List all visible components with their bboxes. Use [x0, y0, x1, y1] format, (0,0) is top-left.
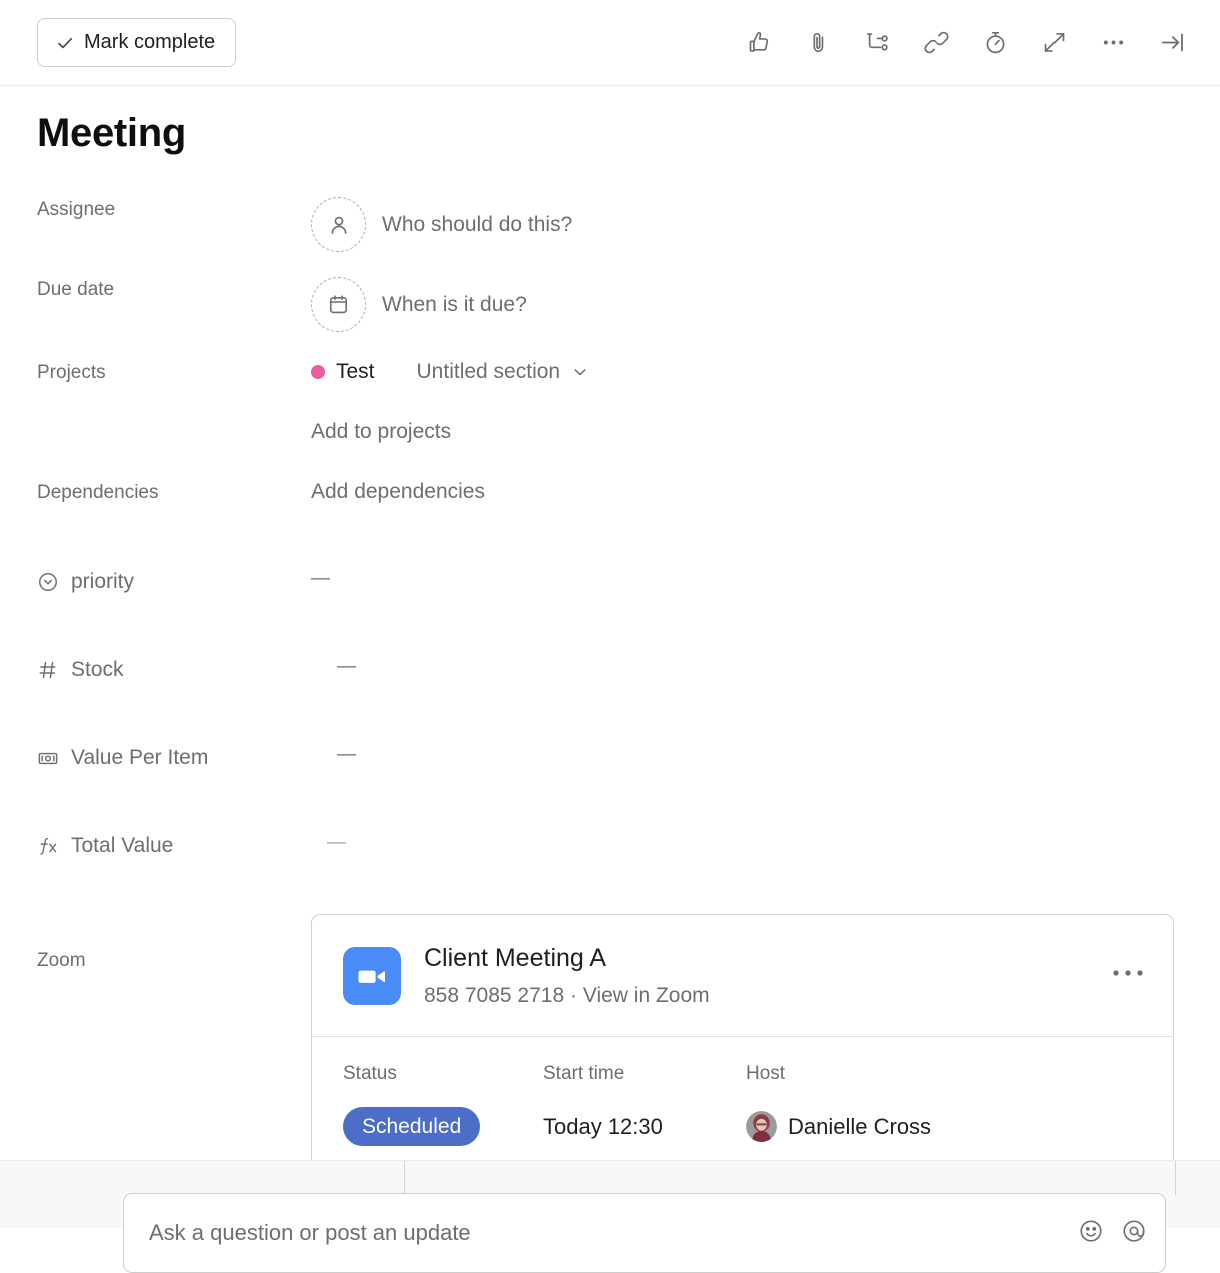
calendar-icon: [311, 277, 366, 332]
value-per-item-value[interactable]: —: [311, 744, 1220, 766]
mark-complete-button[interactable]: Mark complete: [37, 18, 236, 67]
close-pane-icon[interactable]: [1154, 25, 1190, 61]
zoom-app-icon: [343, 947, 401, 1005]
chevron-down-icon: [571, 363, 589, 381]
attachment-icon[interactable]: [800, 25, 836, 61]
dependencies-label: Dependencies: [37, 480, 311, 504]
field-row-projects: Projects Test Untitled section Add to pr…: [37, 360, 1220, 444]
assignee-label: Assignee: [37, 197, 311, 221]
field-row-assignee: Assignee Who should do this?: [37, 197, 1220, 252]
zoom-card-more-icon[interactable]: [1105, 962, 1151, 990]
total-value-label: Total Value: [71, 834, 173, 858]
zoom-meeting-card: Client Meeting A 858 7085 2718 · View in…: [311, 914, 1174, 1172]
zoom-meeting-id: 858 7085 2718: [424, 984, 564, 1007]
zoom-label: Zoom: [37, 914, 311, 972]
comment-bar: Ask a question or post an update: [0, 1160, 1220, 1228]
host-cell: Danielle Cross: [746, 1111, 1142, 1142]
zoom-meeting-title: Client Meeting A: [424, 943, 710, 974]
dependencies-value: Add dependencies: [311, 480, 1220, 504]
project-section-name: Untitled section: [417, 360, 561, 384]
projects-label: Projects: [37, 360, 311, 384]
total-value-label-group: Total Value: [37, 832, 311, 858]
project-color-dot: [311, 365, 325, 379]
zoom-meeting-subline: 858 7085 2718 · View in Zoom: [424, 984, 710, 1008]
field-row-priority: priority —: [37, 568, 1220, 608]
field-row-total-value: Total Value —: [37, 832, 1220, 872]
timer-icon[interactable]: [977, 25, 1013, 61]
stock-label-group: Stock: [37, 656, 311, 682]
project-section-selector[interactable]: Untitled section: [417, 360, 590, 384]
projects-value: Test Untitled section Add to projects: [311, 360, 1220, 444]
add-dependencies-button[interactable]: Add dependencies: [311, 480, 485, 504]
status-cell: Scheduled: [343, 1107, 543, 1146]
project-chip-test[interactable]: Test: [311, 360, 375, 384]
start-time-value: Today 12:30: [543, 1114, 746, 1140]
value-per-item-label: Value Per Item: [71, 746, 208, 770]
person-icon: [311, 197, 366, 252]
field-row-value-per-item: Value Per Item —: [37, 744, 1220, 784]
assignee-value[interactable]: Who should do this?: [311, 197, 1220, 252]
stock-value-text: —: [337, 656, 356, 678]
page-title[interactable]: Meeting: [37, 86, 1220, 153]
avatar: [746, 1111, 777, 1142]
field-row-zoom: Zoom Client Meeting A 85: [37, 914, 1220, 1172]
comment-placeholder: Ask a question or post an update: [149, 1220, 471, 1246]
task-toolbar: Mark complete: [0, 0, 1220, 86]
priority-label: priority: [71, 570, 134, 594]
add-to-projects-button[interactable]: Add to projects: [311, 420, 451, 444]
status-badge: Scheduled: [343, 1107, 480, 1146]
stock-label: Stock: [71, 658, 124, 682]
priority-value-text: —: [311, 568, 330, 590]
number-icon: [37, 659, 59, 681]
zoom-card-header: Client Meeting A 858 7085 2718 · View in…: [312, 915, 1173, 1037]
view-in-zoom-link[interactable]: View in Zoom: [583, 984, 710, 1007]
zoom-table-row: Scheduled Today 12:30: [343, 1107, 1142, 1146]
comment-icons: [1078, 1218, 1147, 1249]
check-icon: [55, 33, 75, 53]
column-header-start-time: Start time: [543, 1063, 746, 1085]
money-icon: [37, 747, 59, 769]
subtask-icon[interactable]: [859, 25, 895, 61]
formula-icon: [37, 835, 59, 857]
assignee-placeholder[interactable]: Who should do this?: [382, 213, 572, 237]
dropdown-circle-icon: [37, 571, 59, 593]
project-name: Test: [336, 360, 375, 384]
mark-complete-label: Mark complete: [84, 31, 215, 54]
host-name: Danielle Cross: [788, 1114, 931, 1140]
task-details-pane: Meeting Assignee Who should do this? Due…: [0, 86, 1220, 1172]
value-per-item-value-text: —: [337, 744, 356, 766]
field-row-dependencies: Dependencies Add dependencies: [37, 480, 1220, 520]
zoom-value: Client Meeting A 858 7085 2718 · View in…: [311, 914, 1220, 1172]
mention-icon[interactable]: [1121, 1218, 1147, 1249]
like-icon[interactable]: [741, 25, 777, 61]
link-icon[interactable]: [918, 25, 954, 61]
total-value-value: —: [311, 832, 1220, 854]
zoom-card-body: Status Start time Host Scheduled Today 1…: [312, 1037, 1173, 1172]
zoom-separator: ·: [570, 984, 577, 1007]
due-date-label: Due date: [37, 277, 311, 301]
pane-divider-left: [404, 1161, 405, 1195]
priority-label-group: priority: [37, 568, 311, 594]
value-per-item-label-group: Value Per Item: [37, 744, 311, 770]
due-date-placeholder[interactable]: When is it due?: [382, 293, 527, 317]
field-row-due-date: Due date When is it due?: [37, 277, 1220, 332]
zoom-card-text: Client Meeting A 858 7085 2718 · View in…: [424, 943, 710, 1007]
due-date-value[interactable]: When is it due?: [311, 277, 1220, 332]
stock-value[interactable]: —: [311, 656, 1220, 678]
task-fields: Assignee Who should do this? Due date: [37, 197, 1220, 1172]
total-value-value-text: —: [327, 832, 346, 854]
toolbar-actions: [741, 25, 1190, 61]
zoom-table-header: Status Start time Host: [343, 1063, 1142, 1085]
priority-value[interactable]: —: [311, 568, 1220, 590]
pane-divider-right: [1175, 1161, 1176, 1195]
fullscreen-icon[interactable]: [1036, 25, 1072, 61]
column-header-host: Host: [746, 1063, 1142, 1085]
comment-input-box[interactable]: Ask a question or post an update: [123, 1193, 1166, 1273]
emoji-icon[interactable]: [1078, 1218, 1104, 1249]
column-header-status: Status: [343, 1063, 543, 1085]
field-row-stock: Stock —: [37, 656, 1220, 696]
more-icon[interactable]: [1095, 25, 1131, 61]
